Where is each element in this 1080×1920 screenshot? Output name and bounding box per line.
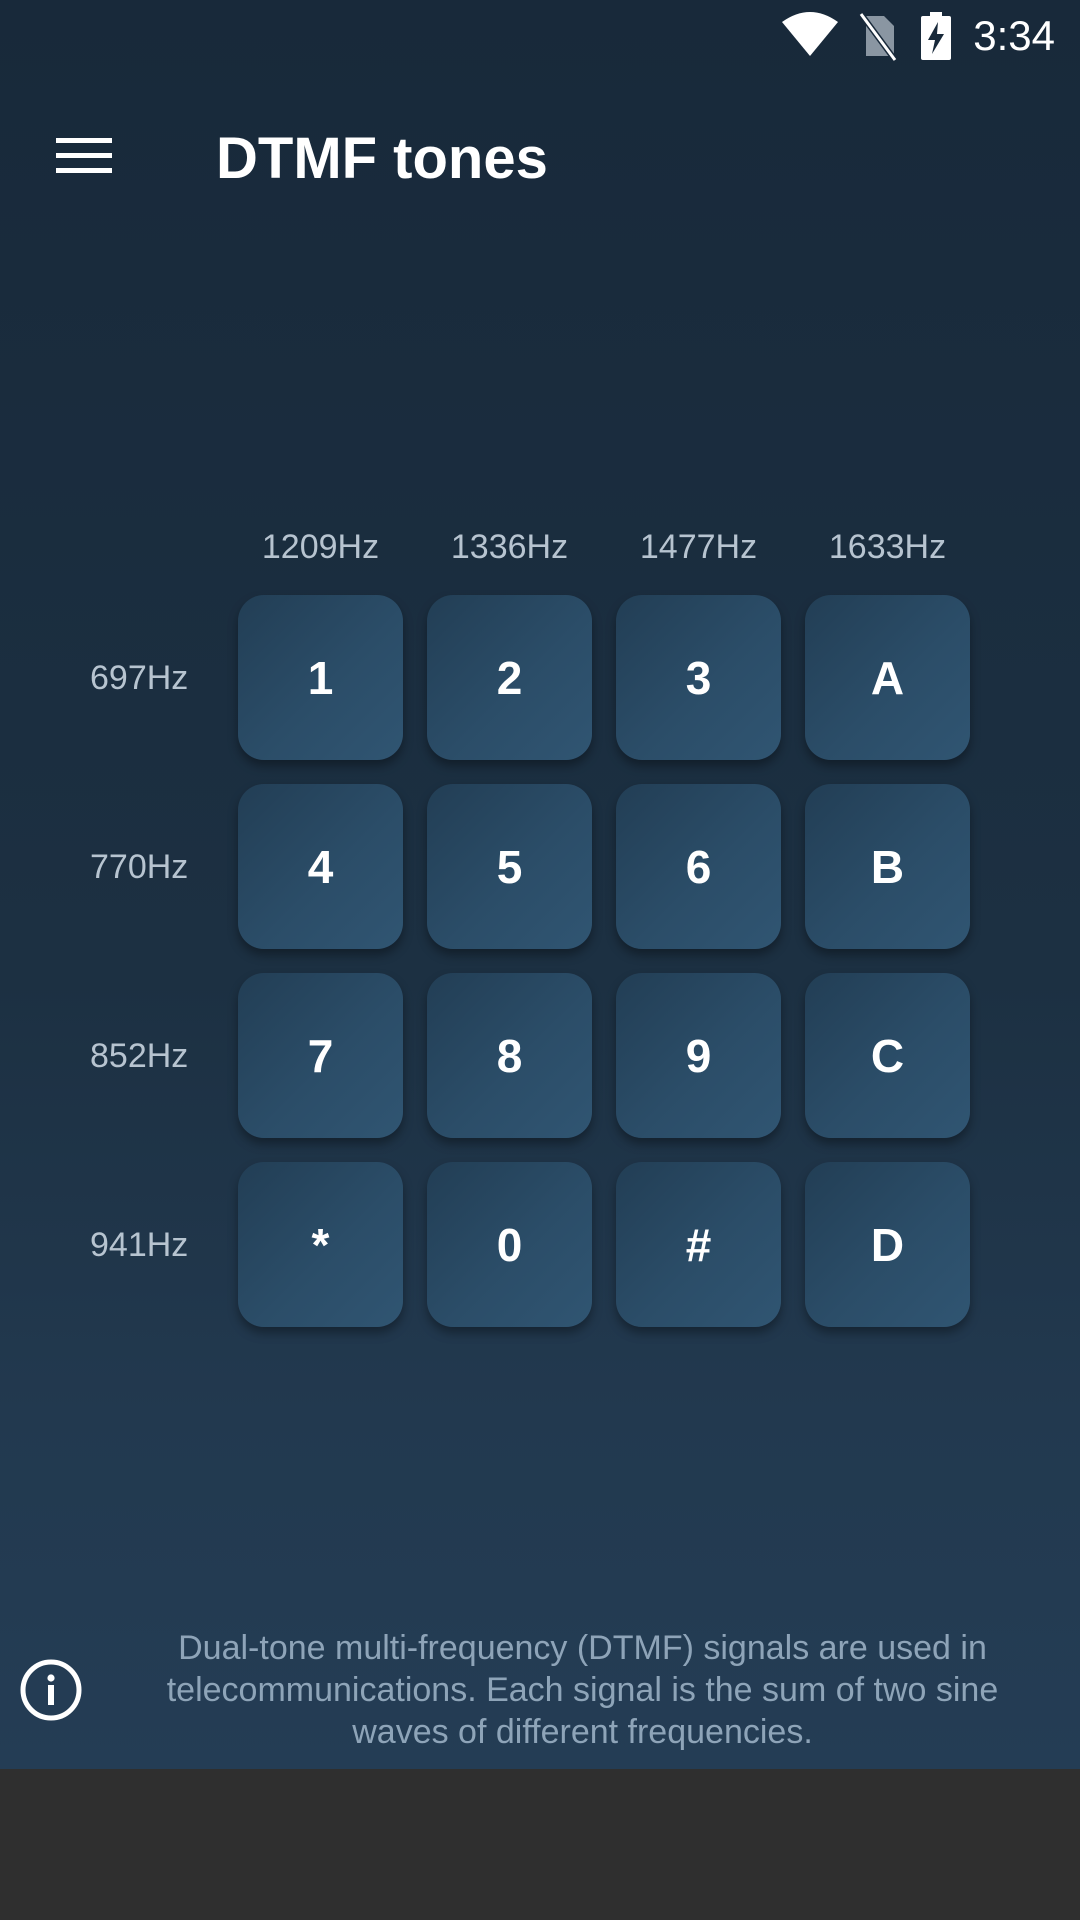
key-8-button[interactable]: 8 [427,973,592,1138]
key-3-button[interactable]: 3 [616,595,781,760]
row-frequency-label: 697Hz [90,659,189,697]
key-d-button[interactable]: D [805,1162,970,1327]
page-title: DTMF tones [216,126,548,191]
info-description: Dual-tone multi-frequency (DTMF) signals… [130,1627,1035,1753]
menu-button[interactable] [40,112,128,200]
app-background: 3:34 DTMF tones 1209Hz 1336Hz 1477Hz 163… [0,0,1080,1769]
info-line: telecommunications. Each signal is the s… [166,1671,999,1709]
info-line: waves of different frequencies. [352,1713,813,1751]
navigation-bar-area [0,1769,1080,1920]
battery-charging-icon [921,12,951,60]
wifi-icon [782,12,838,56]
info-icon[interactable] [18,1657,84,1723]
status-bar: 3:34 [0,0,1080,72]
column-frequency-label: 1633Hz [828,528,947,566]
hamburger-menu-icon [56,138,112,173]
info-line: Dual-tone multi-frequency (DTMF) signals… [178,1629,987,1667]
key-hash-button[interactable]: # [616,1162,781,1327]
row-frequency-label: 770Hz [90,848,189,886]
key-0-button[interactable]: 0 [427,1162,592,1327]
key-6-button[interactable]: 6 [616,784,781,949]
key-7-button[interactable]: 7 [238,973,403,1138]
key-2-button[interactable]: 2 [427,595,592,760]
key-9-button[interactable]: 9 [616,973,781,1138]
key-b-button[interactable]: B [805,784,970,949]
key-4-button[interactable]: 4 [238,784,403,949]
key-a-button[interactable]: A [805,595,970,760]
column-frequency-label: 1209Hz [261,528,380,566]
screen: 3:34 DTMF tones 1209Hz 1336Hz 1477Hz 163… [0,0,1080,1920]
column-frequency-label: 1336Hz [450,528,569,566]
no-sim-icon [858,12,898,62]
column-frequency-label: 1477Hz [639,528,758,566]
key-star-button[interactable]: * [238,1162,403,1327]
key-1-button[interactable]: 1 [238,595,403,760]
key-5-button[interactable]: 5 [427,784,592,949]
row-frequency-label: 852Hz [90,1037,189,1075]
status-time: 3:34 [973,12,1055,59]
row-frequency-label: 941Hz [90,1226,189,1264]
key-c-button[interactable]: C [805,973,970,1138]
